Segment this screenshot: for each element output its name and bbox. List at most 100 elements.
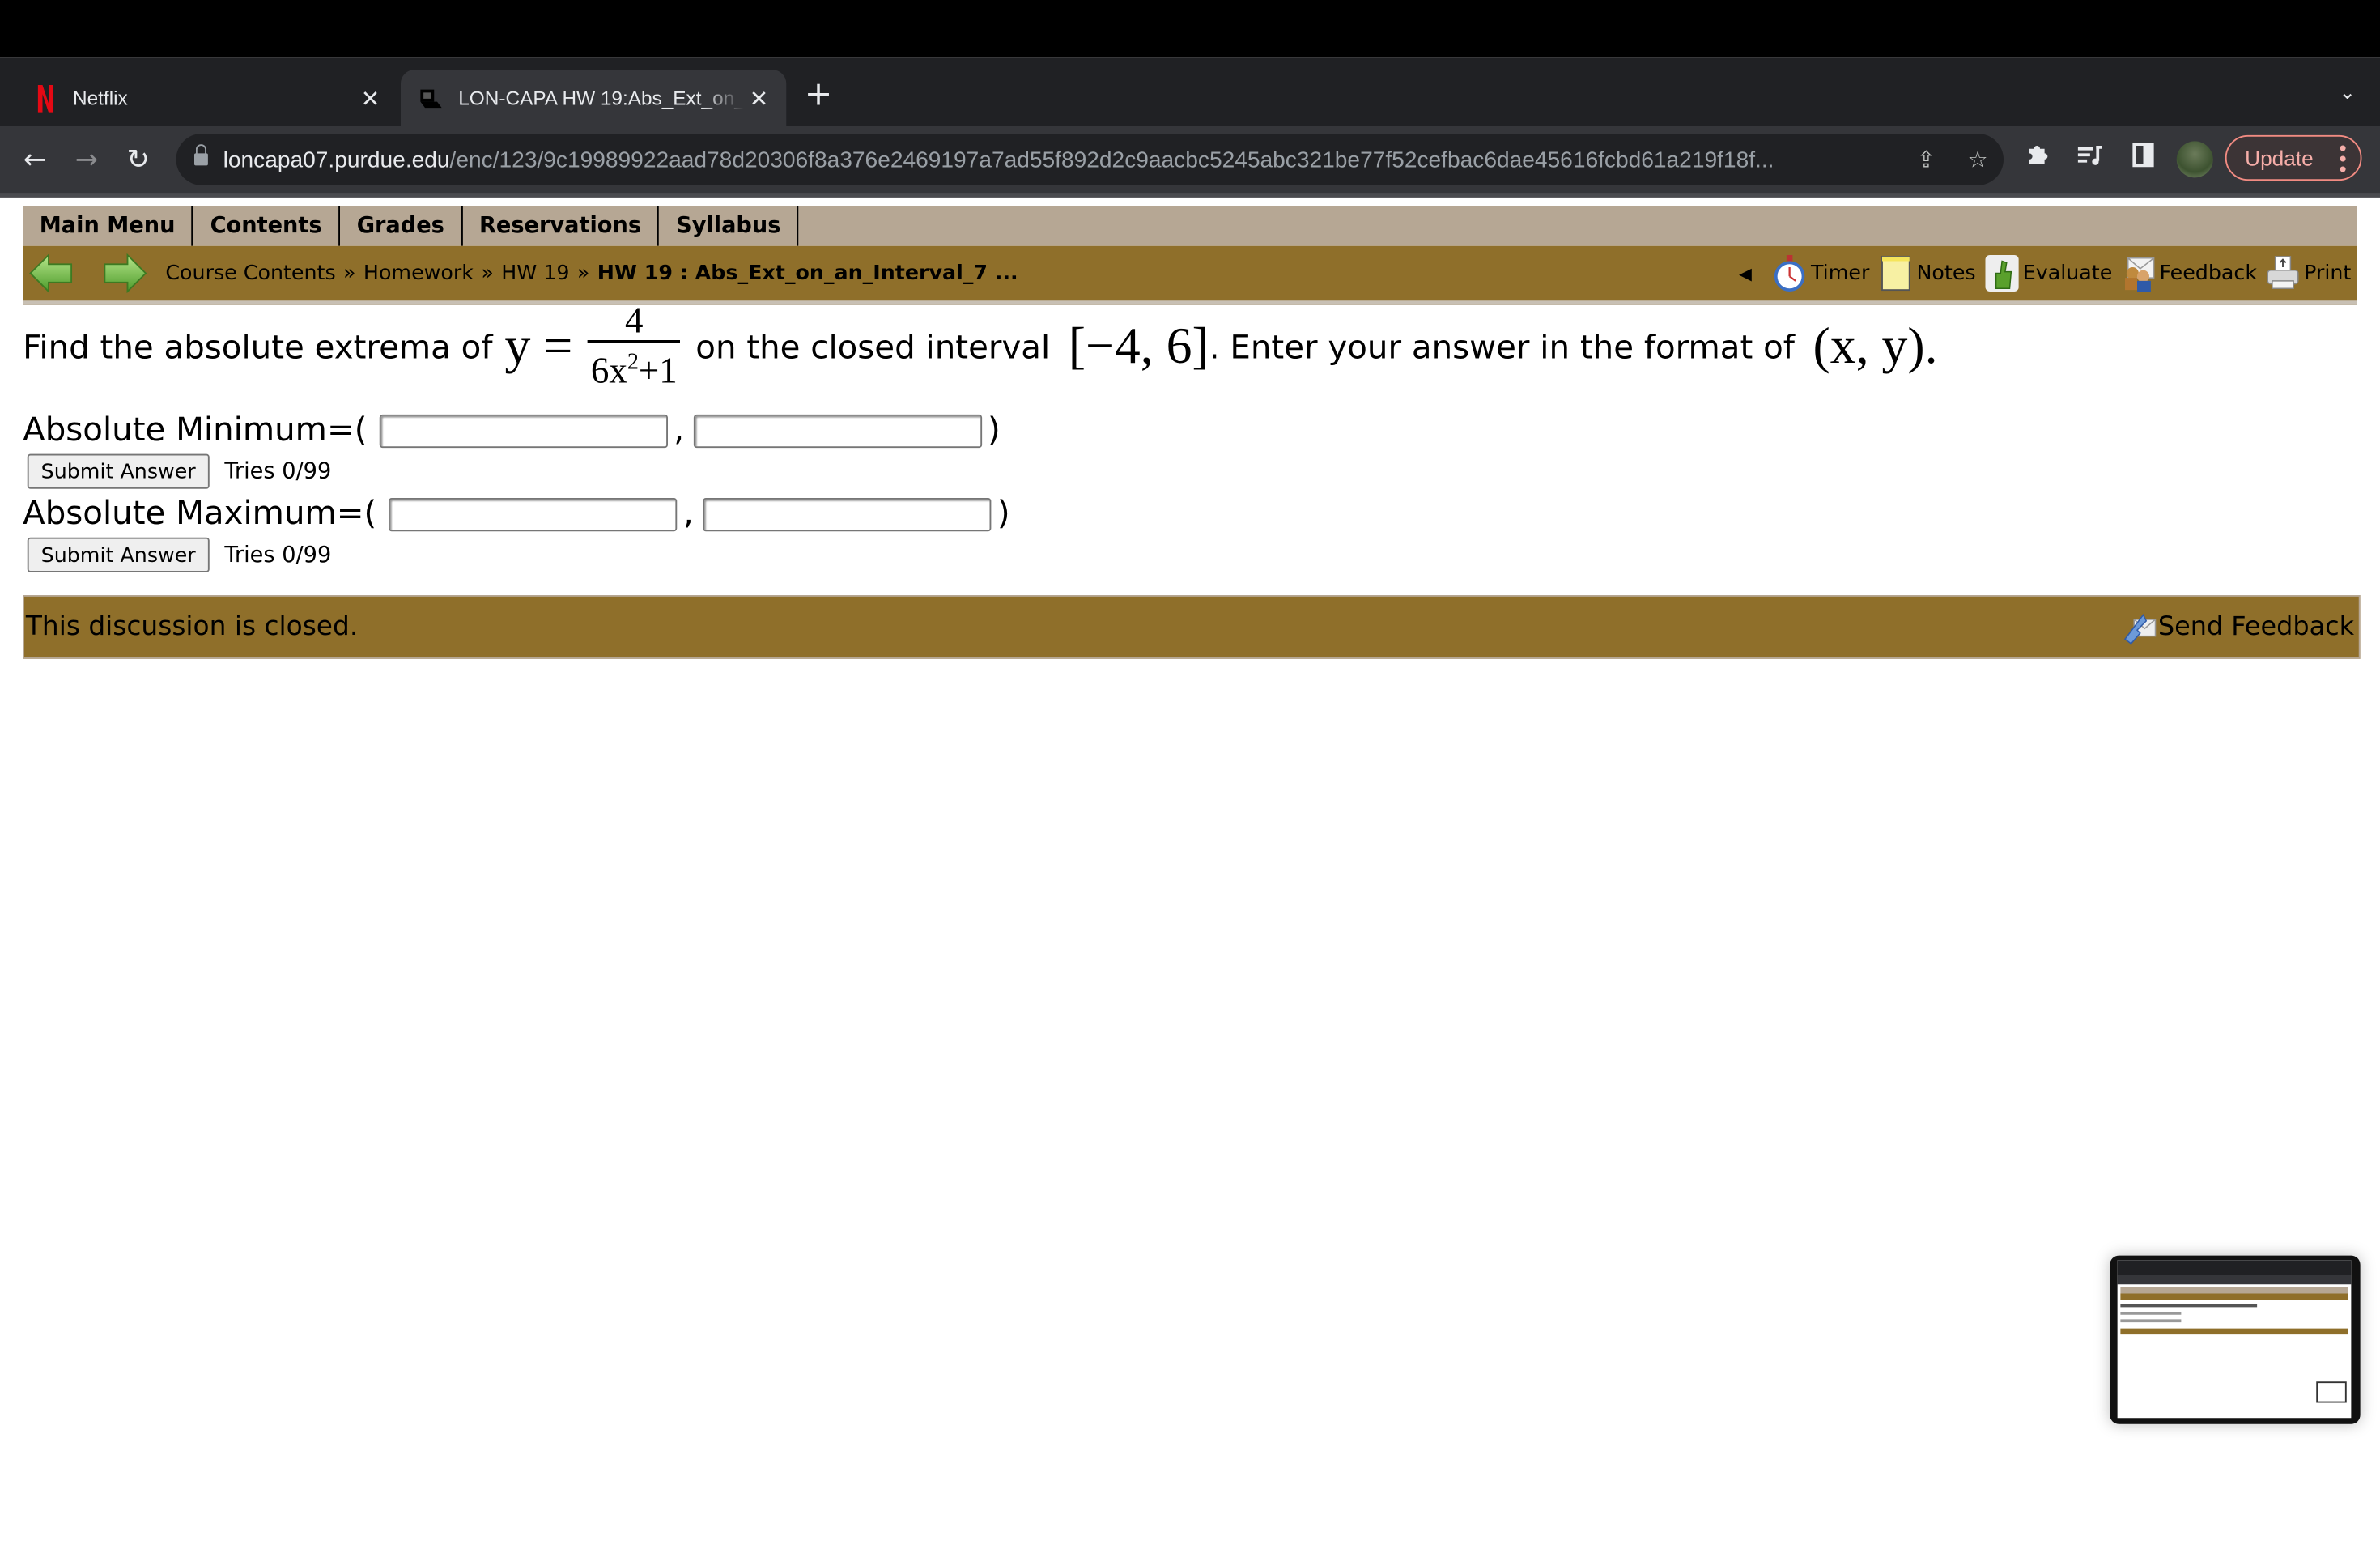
max-label: Absolute Maximum=( xyxy=(23,495,377,534)
print-icon xyxy=(2266,255,2299,292)
comma: , xyxy=(683,495,694,534)
question-middle: on the closed interval xyxy=(695,328,1051,367)
notes-tool[interactable]: Notes xyxy=(1879,255,1976,292)
kebab-menu-icon[interactable]: • • • xyxy=(2340,137,2347,180)
tab-netflix[interactable]: Netflix ✕ xyxy=(0,70,397,126)
max-x-input[interactable] xyxy=(389,497,678,531)
question-text: Find the absolute extrema of y = 4 6x2+1… xyxy=(23,304,1937,392)
url-path: /enc/123/9c19989922aad78d20306f8a376e246… xyxy=(449,146,1774,172)
breadcrumb: Course Contents » Homework » HW 19 » HW 19 : A… xyxy=(165,262,1018,286)
absolute-minimum-row: Absolute Minimum=( , ) xyxy=(23,411,1001,449)
max-y-input[interactable] xyxy=(703,497,992,531)
math-interval: [−4, 6] xyxy=(1068,318,1209,376)
loncapa-icon xyxy=(419,86,444,110)
media-control-icon[interactable] xyxy=(2076,141,2104,174)
tries-counter: Tries 0/99 xyxy=(224,459,332,484)
send-feedback-icon xyxy=(2123,613,2156,645)
submit-minimum-button[interactable]: Submit Answer xyxy=(27,453,210,489)
screen: Netflix ✕ LON-CAPA HW 19:Abs_Ext_on_an_I… xyxy=(0,0,2380,1549)
fraction-numerator: 4 xyxy=(625,302,644,342)
submit-maximum-button[interactable]: Submit Answer xyxy=(27,537,210,572)
browser-toolbar: ← → ↻ loncapa07.purdue.edu /enc/123/9c19… xyxy=(0,126,2380,198)
side-panel-icon[interactable] xyxy=(2131,141,2156,174)
timer-icon xyxy=(1773,255,1806,292)
timer-label: Timer xyxy=(1810,261,1870,286)
close-icon[interactable]: ✕ xyxy=(355,84,386,112)
tries-counter: Tries 0/99 xyxy=(224,543,332,568)
breadcrumb-separator: » xyxy=(576,261,590,286)
question-format-text: . Enter your answer in the format of xyxy=(1209,328,1796,367)
close-paren: ) xyxy=(997,495,1010,534)
fraction-denominator: 6x2+1 xyxy=(588,343,680,392)
menu-contents[interactable]: Contents xyxy=(193,206,341,246)
min-label: Absolute Minimum=( xyxy=(23,411,368,449)
feedback-tool[interactable]: Feedback xyxy=(2122,255,2257,292)
url-host: loncapa07.purdue.edu xyxy=(223,146,450,172)
notes-icon xyxy=(1879,255,1912,292)
profile-avatar[interactable] xyxy=(2176,141,2213,178)
notes-label: Notes xyxy=(1916,261,1976,286)
discussion-bar: This discussion is closed. Send Feedback xyxy=(23,595,2361,659)
collapse-tools-icon[interactable]: ◀ xyxy=(1739,263,1752,283)
screenshot-preview-thumbnail[interactable] xyxy=(2110,1255,2361,1424)
extensions-puzzle-icon[interactable] xyxy=(2025,141,2052,174)
menu-syllabus[interactable]: Syllabus xyxy=(660,206,799,246)
bookmark-star-icon[interactable]: ☆ xyxy=(1952,146,2004,173)
new-tab-button[interactable]: + xyxy=(805,79,833,113)
print-tool[interactable]: Print xyxy=(2266,255,2351,292)
thumbnail-screen xyxy=(2117,1260,2352,1419)
breadcrumb-current: HW 19 : Abs_Ext_on_an_Interval_7 ... xyxy=(597,261,1018,286)
tab-loncapa[interactable]: LON-CAPA HW 19:Abs_Ext_on_an_Interval_7 … xyxy=(401,70,787,126)
tools-bar: ◀ Timer Notes Evaluate Feedback Print xyxy=(1739,246,2351,301)
question-intro: Find the absolute extrema of xyxy=(23,328,493,367)
breadcrumb-homework[interactable]: Homework xyxy=(363,262,474,286)
breadcrumb-hw19[interactable]: HW 19 xyxy=(501,262,569,286)
menu-bar-strip xyxy=(0,0,2380,58)
breadcrumb-separator: » xyxy=(481,261,494,286)
evaluate-tool[interactable]: Evaluate xyxy=(1984,255,2113,292)
menu-reservations[interactable]: Reservations xyxy=(462,206,660,246)
update-label: Update xyxy=(2245,146,2314,170)
discussion-closed-text: This discussion is closed. xyxy=(25,611,359,643)
feedback-icon xyxy=(2122,255,2155,292)
evaluate-icon xyxy=(1984,255,2019,292)
address-bar[interactable]: loncapa07.purdue.edu /enc/123/9c19989922… xyxy=(176,134,2004,185)
denominator-exponent: 2 xyxy=(627,351,639,376)
breadcrumb-separator: » xyxy=(343,261,356,286)
absolute-maximum-row: Absolute Maximum=( , ) xyxy=(23,495,1009,533)
breadcrumb-course-contents[interactable]: Course Contents xyxy=(165,262,335,286)
breadcrumb-bar: Course Contents » Homework » HW 19 » HW 19 : A… xyxy=(23,245,2357,305)
tab-search-chevron-icon[interactable]: ⌄ xyxy=(2340,82,2356,104)
close-paren: ) xyxy=(988,411,1001,449)
send-feedback-label: Send Feedback xyxy=(2157,611,2355,643)
tab-title: LON-CAPA HW 19:Abs_Ext_on_an_Interval_7 xyxy=(458,86,744,109)
send-feedback-link[interactable]: Send Feedback xyxy=(2122,609,2354,645)
previous-arrow-icon[interactable] xyxy=(29,253,74,293)
tab-strip: Netflix ✕ LON-CAPA HW 19:Abs_Ext_on_an_I… xyxy=(0,57,2380,126)
menu-grades[interactable]: Grades xyxy=(340,206,463,246)
min-x-input[interactable] xyxy=(379,413,668,448)
next-arrow-icon[interactable] xyxy=(102,253,147,293)
maximum-submit-row: Submit Answer Tries 0/99 xyxy=(27,537,332,572)
comma: , xyxy=(674,411,685,449)
feedback-label: Feedback xyxy=(2159,261,2258,286)
update-button[interactable]: Update • • • xyxy=(2225,134,2362,181)
timer-tool[interactable]: Timer xyxy=(1773,255,1869,292)
close-icon[interactable]: ✕ xyxy=(744,84,775,112)
forward-button[interactable]: → xyxy=(61,143,113,175)
reload-button[interactable]: ↻ xyxy=(113,143,164,175)
minimum-submit-row: Submit Answer Tries 0/99 xyxy=(27,453,332,489)
main-menu-bar: Main Menu Contents Grades Reservations S… xyxy=(23,206,2357,246)
tab-title: Netflix xyxy=(73,86,128,109)
back-button[interactable]: ← xyxy=(9,143,61,175)
evaluate-label: Evaluate xyxy=(2022,261,2113,286)
menu-main-menu[interactable]: Main Menu xyxy=(23,206,194,246)
math-format: (x, y). xyxy=(1813,318,1938,376)
print-label: Print xyxy=(2304,261,2352,286)
math-lhs: y = xyxy=(504,318,573,376)
share-icon[interactable]: ⇪ xyxy=(1901,146,1953,173)
lock-icon[interactable] xyxy=(194,143,208,168)
math-fraction: 4 6x2+1 xyxy=(588,302,681,392)
denominator-base: 6x xyxy=(590,352,627,392)
min-y-input[interactable] xyxy=(693,413,982,448)
